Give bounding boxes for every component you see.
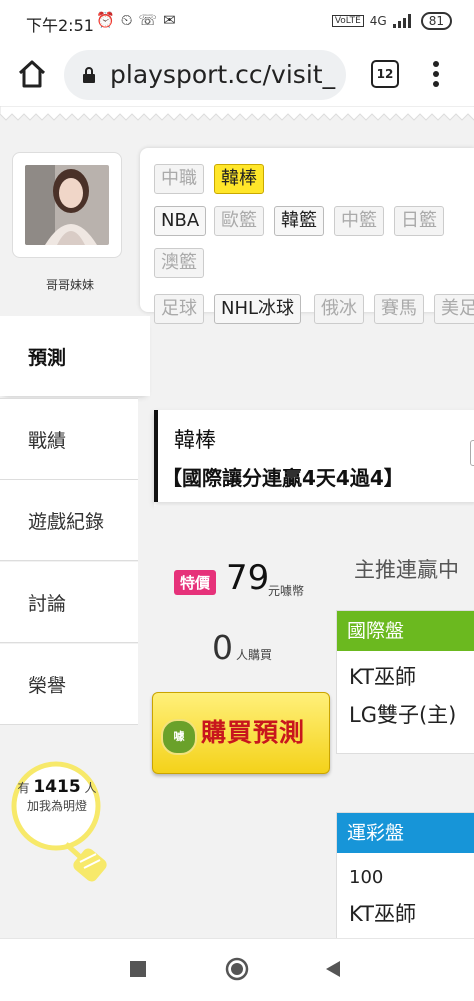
zigzag-border	[0, 106, 474, 121]
web-page: 哥哥妹妹 預測 戰績 遊戲紀錄 討論 榮譽 有 1415 人 加我為明燈 中職 …	[0, 106, 474, 938]
nav-item-record[interactable]: 戰績	[0, 398, 138, 480]
nav-item-predict[interactable]: 預測	[0, 316, 150, 396]
alarm-clock-icon: ⏲	[120, 11, 139, 29]
system-navigation-bar	[0, 938, 474, 1001]
nav-item-label: 戰績	[28, 430, 67, 452]
recent-apps-icon[interactable]	[130, 961, 146, 977]
category-aus-basketball[interactable]: 澳籃	[154, 248, 204, 278]
coin-icon: 噱	[161, 719, 197, 755]
more-menu-icon[interactable]	[426, 58, 446, 90]
price: 79	[226, 558, 270, 598]
prediction-panel: 韓棒 【國際讓分連贏4天4過4】 特價 79 元噱幣 0 人購買 噱 購買預測 …	[152, 410, 474, 938]
prediction-header: 韓棒 【國際讓分連贏4天4過4】	[154, 410, 474, 502]
league-name: 韓棒	[174, 428, 216, 452]
prediction-slogan: 【國際讓分連贏4天4過4】	[162, 466, 404, 490]
category-panel: 中職 韓棒 NBA 歐籃 韓籃 中籃 日籃 澳籃	[140, 148, 474, 312]
category-row-4: 足球 NHL冰球 俄冰 賽馬 美足	[140, 290, 474, 330]
lottery-line-value: 100	[349, 867, 384, 888]
intl-pick-row: KT巫師	[349, 665, 416, 689]
lottery-line-header: 運彩盤	[337, 813, 474, 853]
fan-caption: 加我為明燈	[26, 799, 87, 813]
browser-toolbar: playsport.cc/visit_ 12	[0, 44, 474, 106]
buy-prediction-button[interactable]: 噱 購買預測	[152, 692, 330, 774]
username: 哥哥妹妹	[45, 278, 94, 292]
signal-icon	[392, 14, 411, 28]
home-icon[interactable]	[16, 58, 48, 90]
nav-item-game-log[interactable]: 遊戲紀錄	[0, 480, 138, 561]
url-text: playsport.cc/visit_	[110, 60, 336, 89]
lock-icon	[83, 67, 95, 83]
home-circle-icon[interactable]	[225, 957, 249, 981]
special-price-badge: 特價	[174, 570, 217, 595]
buy-button-label: 購買預測	[201, 718, 306, 747]
intl-pick-row: LG雙子(主)	[349, 703, 457, 727]
category-cba[interactable]: 中籃	[334, 206, 384, 236]
status-bar: 下午2:51 ⏰⏲☏✉ VoLTE 4G 81	[0, 0, 474, 44]
prediction-body: 特價 79 元噱幣 0 人購買 噱 購買預測 主推連贏中 國際盤 KT巫師 LG…	[152, 506, 474, 938]
gmail-icon: ✉	[163, 11, 182, 29]
missed-call-icon: ☏	[138, 11, 164, 29]
pick-column: 主推連贏中 國際盤 KT巫師 LG雙子(主) 運彩盤 100 KT巫師	[334, 506, 474, 938]
sidebar: 哥哥妹妹 預測 戰績 遊戲紀錄 討論 榮譽 有 1415 人 加我為明燈	[0, 136, 150, 938]
lottery-line-card: 運彩盤 100 KT巫師	[336, 812, 474, 938]
clock: 下午2:51	[26, 16, 94, 35]
category-nba[interactable]: NBA	[154, 206, 207, 236]
category-khl[interactable]: 俄冰	[314, 294, 364, 324]
buyer-count: 0	[212, 628, 233, 667]
back-icon[interactable]	[324, 960, 342, 978]
category-horse-racing[interactable]: 賽馬	[374, 294, 424, 324]
network-label: 4G	[369, 14, 387, 28]
battery-icon: 81	[420, 12, 452, 30]
category-kbo[interactable]: 韓棒	[214, 164, 264, 194]
intl-line-header: 國際盤	[337, 611, 474, 651]
notification-icons: ⏰⏲☏✉	[96, 11, 182, 29]
fan-count: 有 1415 人 加我為明燈	[14, 778, 100, 815]
address-bar[interactable]: playsport.cc/visit_	[64, 50, 346, 100]
nav-item-label: 預測	[28, 347, 67, 369]
avatar[interactable]	[25, 165, 109, 245]
category-soccer[interactable]: 足球	[154, 294, 204, 324]
fan-suffix: 人	[84, 781, 97, 795]
fan-prefix: 有	[17, 781, 30, 795]
nav-item-label: 討論	[28, 593, 67, 615]
alarm-icon: ⏰	[96, 11, 121, 29]
volte-icon: VoLTE	[331, 15, 364, 27]
category-cpbl[interactable]: 中職	[154, 164, 204, 194]
nav-item-label: 榮譽	[28, 675, 67, 697]
avatar-card[interactable]	[12, 152, 122, 258]
nav-item-honor[interactable]: 榮譽	[0, 644, 138, 725]
price-unit: 元噱幣	[268, 584, 305, 598]
streak-text: 主推連贏中	[354, 558, 459, 582]
nav-item-discuss[interactable]: 討論	[0, 562, 138, 643]
fan-number: 1415	[33, 777, 81, 797]
tab-switcher-button[interactable]: 12	[371, 60, 399, 88]
intl-line-card: 國際盤 KT巫師 LG雙子(主)	[336, 610, 474, 754]
buyer-unit: 人購買	[236, 648, 273, 662]
follow-button[interactable]	[470, 440, 474, 466]
category-euro-basketball[interactable]: 歐籃	[214, 206, 264, 236]
category-korea-basketball[interactable]: 韓籃	[274, 206, 324, 236]
category-japan-basketball[interactable]: 日籃	[394, 206, 444, 236]
category-nfl[interactable]: 美足	[434, 294, 474, 324]
lottery-pick-row: KT巫師	[349, 902, 416, 926]
purchase-column: 特價 79 元噱幣 0 人購買 噱 購買預測	[152, 506, 334, 938]
system-indicators: VoLTE 4G 81	[331, 12, 452, 30]
nav-item-label: 遊戲紀錄	[28, 511, 105, 533]
category-nhl[interactable]: NHL冰球	[214, 294, 302, 324]
